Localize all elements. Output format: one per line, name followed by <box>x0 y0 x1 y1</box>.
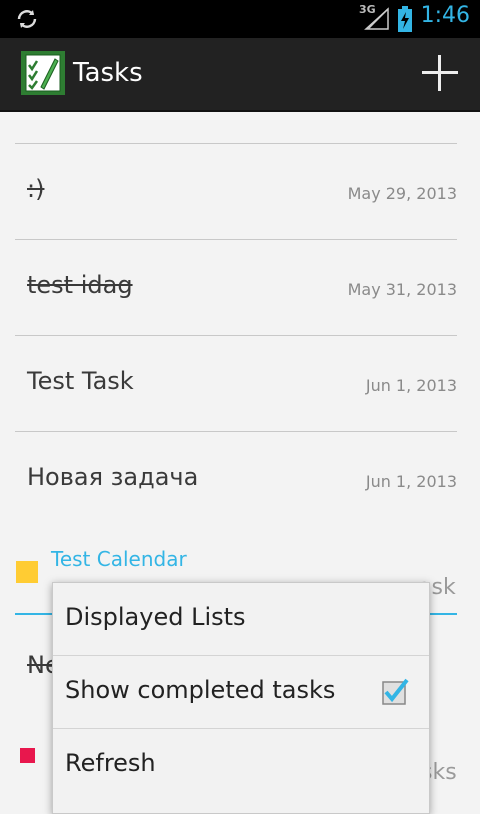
task-row[interactable]: Новая задача Jun 1, 2013 <box>0 432 480 528</box>
action-bar: Tasks <box>0 38 480 112</box>
menu-item-label: Displayed Lists <box>65 603 246 631</box>
sync-icon <box>17 10 37 28</box>
task-row[interactable]: test idag May 31, 2013 <box>0 240 480 336</box>
clock: 1:46 <box>420 3 470 28</box>
menu-item-show-completed[interactable]: Show completed tasks <box>53 656 429 728</box>
task-date: May 29, 2013 <box>347 184 457 203</box>
menu-item-displayed-lists[interactable]: Displayed Lists <box>53 583 429 655</box>
task-row[interactable]: Test Task Jun 1, 2013 <box>0 336 480 432</box>
task-title: Test Task <box>27 367 134 395</box>
task-date: Jun 1, 2013 <box>365 376 457 395</box>
checkbox-checked-icon[interactable] <box>381 678 409 706</box>
menu-item-refresh[interactable]: Refresh <box>53 729 429 801</box>
task-date: Jun 1, 2013 <box>365 472 457 491</box>
task-title: Новая задача <box>27 463 199 491</box>
calendar-color-swatch <box>20 748 35 763</box>
calendar-color-swatch <box>16 561 38 583</box>
task-date: May 31, 2013 <box>347 280 457 299</box>
checklist-icon[interactable] <box>21 51 65 95</box>
page-title: Tasks <box>73 58 143 88</box>
task-title: :) <box>27 175 45 203</box>
overflow-menu: Displayed Lists Show completed tasks Ref… <box>52 582 430 814</box>
status-bar: 3G 1:46 <box>0 0 480 38</box>
menu-item-label: Refresh <box>65 749 156 777</box>
calendar-name[interactable]: Test Calendar <box>51 547 187 571</box>
menu-item-label: Show completed tasks <box>65 676 336 704</box>
task-title: test idag <box>27 271 133 299</box>
task-row[interactable]: :) May 29, 2013 <box>0 144 480 240</box>
add-task-button[interactable] <box>420 53 460 93</box>
battery-charging-icon <box>398 6 412 32</box>
signal-icon <box>364 7 389 30</box>
